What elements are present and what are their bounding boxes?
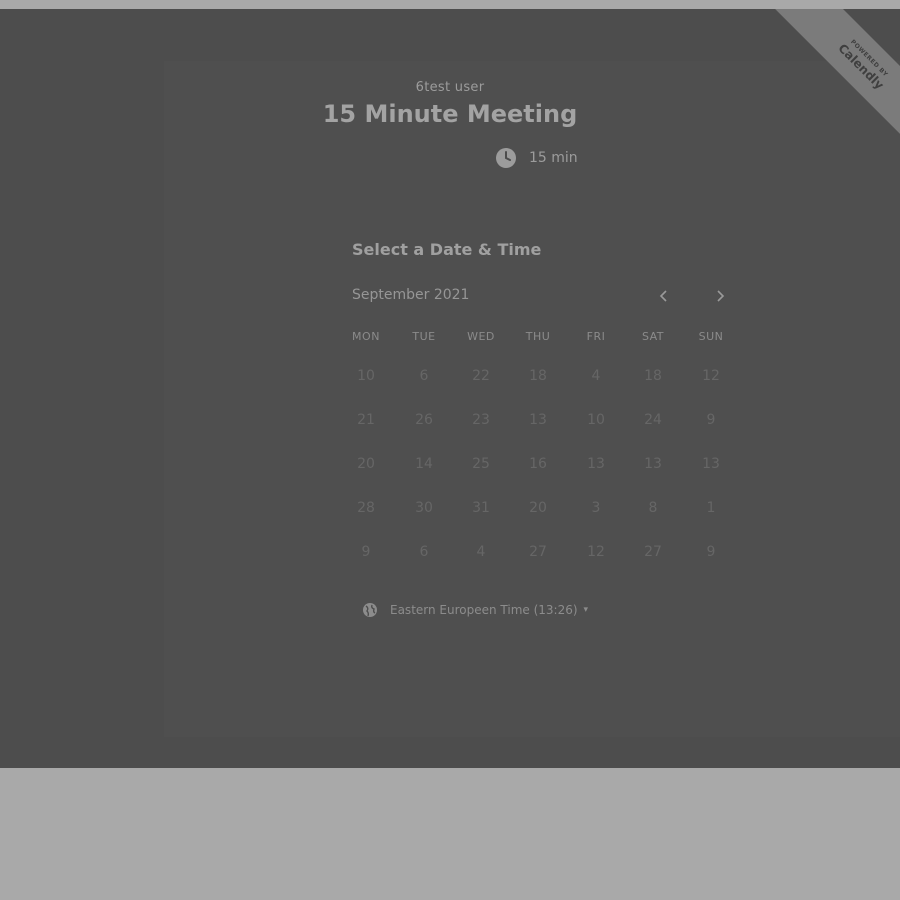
timezone-selector[interactable]: Eastern Europeen Time (13:26) ▾: [362, 602, 588, 618]
chevron-right-icon: [715, 287, 725, 306]
calendar-day[interactable]: 6: [402, 537, 446, 567]
calendar-day[interactable]: 8: [631, 493, 675, 523]
calendar-day[interactable]: 12: [689, 361, 733, 391]
chevron-left-icon: [659, 287, 669, 306]
calendar-day[interactable]: 1: [689, 493, 733, 523]
select-date-heading: Select a Date & Time: [352, 240, 542, 259]
calendar-day[interactable]: 12: [574, 537, 618, 567]
calendar-day[interactable]: 18: [516, 361, 560, 391]
calendar-day[interactable]: 24: [631, 405, 675, 435]
calendar-day[interactable]: 13: [574, 449, 618, 479]
weekday-label: SAT: [641, 330, 665, 343]
calendar-day[interactable]: 13: [516, 405, 560, 435]
calendar-day[interactable]: 14: [402, 449, 446, 479]
globe-icon: [362, 602, 378, 618]
timezone-label: Eastern Europeen Time (13:26): [390, 603, 578, 617]
previous-month-button[interactable]: [654, 286, 674, 306]
weekday-label: SUN: [698, 330, 724, 343]
clock-icon: [495, 147, 517, 169]
weekday-label: WED: [467, 330, 495, 343]
calendar-day[interactable]: 9: [689, 405, 733, 435]
weekday-label: TUE: [412, 330, 436, 343]
calendar-day[interactable]: 23: [459, 405, 503, 435]
calendar-day[interactable]: 30: [402, 493, 446, 523]
calendar-day[interactable]: 4: [459, 537, 503, 567]
calendar-day[interactable]: 9: [344, 537, 388, 567]
calendar-day[interactable]: 16: [516, 449, 560, 479]
calendar-day[interactable]: 27: [631, 537, 675, 567]
calendar-day[interactable]: 28: [344, 493, 388, 523]
calendar-day[interactable]: 10: [574, 405, 618, 435]
calendar-day[interactable]: 6: [402, 361, 446, 391]
calendar-day[interactable]: 10: [344, 361, 388, 391]
calendar-day[interactable]: 13: [631, 449, 675, 479]
weekday-label: FRI: [586, 330, 606, 343]
calendar-day[interactable]: 26: [402, 405, 446, 435]
calendar-day[interactable]: 4: [574, 361, 618, 391]
event-duration: 15 min: [495, 146, 578, 170]
event-owner-name: 6test user: [415, 80, 485, 95]
calendar-day[interactable]: 22: [459, 361, 503, 391]
weekday-label: THU: [525, 330, 551, 343]
duration-label: 15 min: [529, 150, 578, 166]
calendar-day[interactable]: 20: [516, 493, 560, 523]
calendar-day[interactable]: 21: [344, 405, 388, 435]
calendar-day[interactable]: 9: [689, 537, 733, 567]
calendar-day[interactable]: 25: [459, 449, 503, 479]
calendar-day[interactable]: 31: [459, 493, 503, 523]
calendar-day[interactable]: 3: [574, 493, 618, 523]
calendar-day[interactable]: 18: [631, 361, 675, 391]
next-month-button[interactable]: [710, 286, 730, 306]
calendar-day[interactable]: 27: [516, 537, 560, 567]
weekday-label: MON: [352, 330, 380, 343]
calendar-day[interactable]: 20: [344, 449, 388, 479]
month-label: September 2021: [352, 287, 470, 303]
top-strip: [0, 0, 900, 9]
event-title: 15 Minute Meeting: [322, 100, 578, 128]
caret-down-icon: ▾: [583, 605, 589, 615]
calendar-day[interactable]: 13: [689, 449, 733, 479]
